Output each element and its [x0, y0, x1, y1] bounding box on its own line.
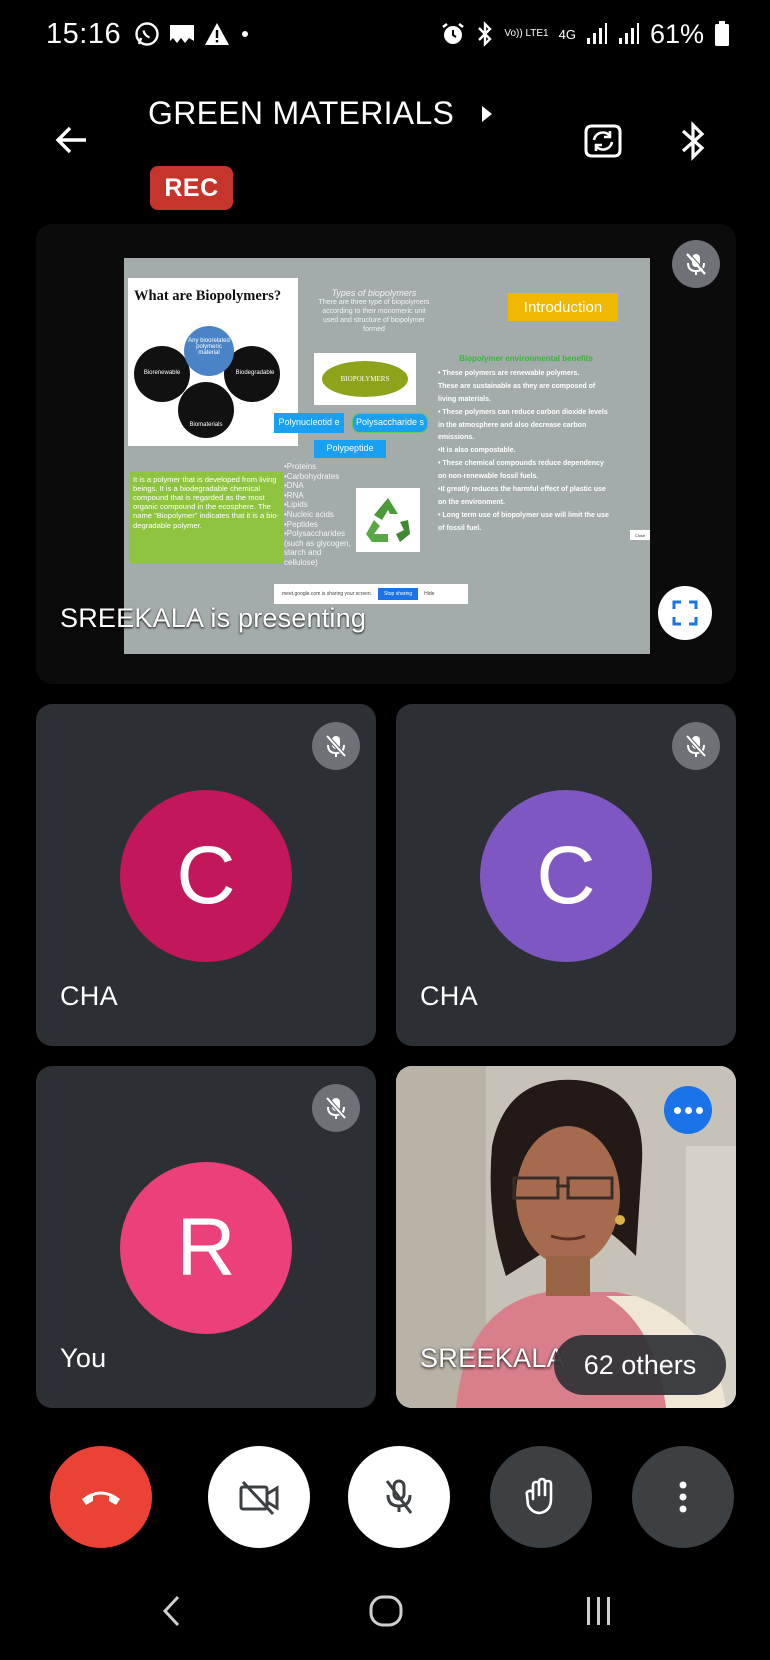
- home-nav-icon[interactable]: [368, 1594, 404, 1633]
- mic-toggle-button[interactable]: [348, 1446, 450, 1548]
- types-title: Types of biopolymers: [331, 288, 417, 298]
- participant-tile[interactable]: C CHA: [396, 704, 736, 1046]
- slide-diagram-box: What are Biopolymers? Any bioorelated po…: [128, 278, 298, 446]
- chip-polysaccharides: Polysaccharide s: [352, 413, 428, 433]
- more-options-button[interactable]: [632, 1446, 734, 1548]
- stop-sharing-button: Stop sharing: [378, 588, 419, 600]
- mic-off-icon: [672, 722, 720, 770]
- signal-icon-2: [618, 22, 640, 46]
- raise-hand-icon: [525, 1477, 553, 1515]
- participant-name: You: [60, 1343, 107, 1373]
- diagram-right-text: Biodegradable: [235, 370, 275, 376]
- diagram-left-text: Biorenewable: [143, 370, 181, 376]
- volte-icon: Vo)) LTE1: [504, 28, 549, 39]
- avatar: C: [480, 790, 652, 962]
- avatar: C: [120, 790, 292, 962]
- chip-polypeptide: Polypeptide: [314, 440, 386, 458]
- bluetooth-status-icon: [476, 20, 494, 48]
- screen-share-bar: meet.google.com is sharing your screen. …: [274, 584, 468, 604]
- camera-toggle-button[interactable]: [208, 1446, 310, 1548]
- types-body: There are three type of biopolymers acco…: [318, 299, 430, 333]
- diagram-circle-bottom: [178, 382, 234, 438]
- others-count-button[interactable]: 62 others: [554, 1335, 726, 1395]
- participant-name: CHA: [420, 981, 478, 1011]
- battery-icon: [714, 21, 730, 47]
- status-bar: 15:16 Vo)) LTE1 4G 61%: [0, 0, 770, 70]
- hide-button: Hide: [424, 591, 435, 597]
- mic-off-icon: [385, 1479, 413, 1514]
- camera-off-icon: [239, 1480, 279, 1516]
- fullscreen-button[interactable]: [658, 586, 712, 640]
- signal-icon: [586, 22, 608, 46]
- battery-percent: 61%: [649, 18, 704, 49]
- network-type-icon: 4G: [558, 26, 576, 42]
- diagram-bottom-text: Biomaterials: [189, 422, 223, 428]
- mic-off-icon: [672, 240, 720, 288]
- fullscreen-icon: [672, 600, 698, 626]
- mic-off-icon: [312, 1084, 360, 1132]
- slide-list: •Proteins •Carbohydrates •DNA •RNA •Lipi…: [284, 462, 351, 567]
- end-call-button[interactable]: [50, 1446, 152, 1548]
- whatsapp-icon: [134, 21, 160, 47]
- meeting-title[interactable]: GREEN MATERIALS: [148, 95, 454, 132]
- more-options-icon[interactable]: [664, 1086, 712, 1134]
- chip-polynucleotide: Polynucleotid e: [274, 413, 344, 433]
- mic-off-icon: [312, 722, 360, 770]
- participant-tile[interactable]: C CHA: [36, 704, 376, 1046]
- warning-icon: [204, 22, 230, 46]
- meeting-header: GREEN MATERIALS REC: [0, 70, 770, 210]
- types-text: Types of biopolymers There are three typ…: [314, 288, 434, 334]
- more-vertical-icon: [679, 1481, 687, 1513]
- recents-nav-icon[interactable]: [584, 1594, 614, 1633]
- app-notification-icon: [168, 21, 196, 47]
- participant-name: CHA: [60, 981, 118, 1011]
- slide-green-text: It is a polymer that is developed from l…: [130, 472, 284, 564]
- presentation-tile[interactable]: What are Biopolymers? Any bioorelated po…: [36, 224, 736, 684]
- recycle-icon: [356, 488, 420, 552]
- self-tile[interactable]: R You: [36, 1066, 376, 1408]
- diagram-center-text: Any bioorelated polymeric material: [188, 338, 230, 356]
- intro-label: Introduction: [508, 293, 618, 321]
- participant-name: SREEKALA: [420, 1343, 565, 1373]
- back-arrow-icon[interactable]: [50, 118, 94, 162]
- bluetooth-icon[interactable]: [678, 118, 708, 164]
- recording-badge: REC: [150, 166, 233, 210]
- slide-benefits: Biopolymer environmental benefits • Thes…: [438, 352, 614, 536]
- chevron-right-icon[interactable]: [480, 105, 494, 123]
- dot-icon: [238, 27, 252, 41]
- slide-close-tab: Close: [630, 530, 650, 540]
- benefits-title: Biopolymer environmental benefits: [459, 354, 593, 363]
- alarm-icon: [440, 21, 466, 47]
- switch-camera-icon[interactable]: [580, 118, 626, 164]
- back-nav-icon[interactable]: [160, 1594, 184, 1633]
- biopolymers-box: BIOPOLYMERS: [314, 353, 416, 405]
- biopolymers-ellipse: BIOPOLYMERS: [322, 361, 408, 397]
- presenting-label: SREEKALA is presenting: [60, 603, 367, 633]
- status-time: 15:16: [46, 18, 122, 50]
- raise-hand-button[interactable]: [490, 1446, 592, 1548]
- shared-slide: What are Biopolymers? Any bioorelated po…: [124, 258, 650, 654]
- avatar: R: [120, 1162, 292, 1334]
- slide-heading: What are Biopolymers?: [134, 288, 282, 304]
- end-call-icon: [82, 1491, 120, 1505]
